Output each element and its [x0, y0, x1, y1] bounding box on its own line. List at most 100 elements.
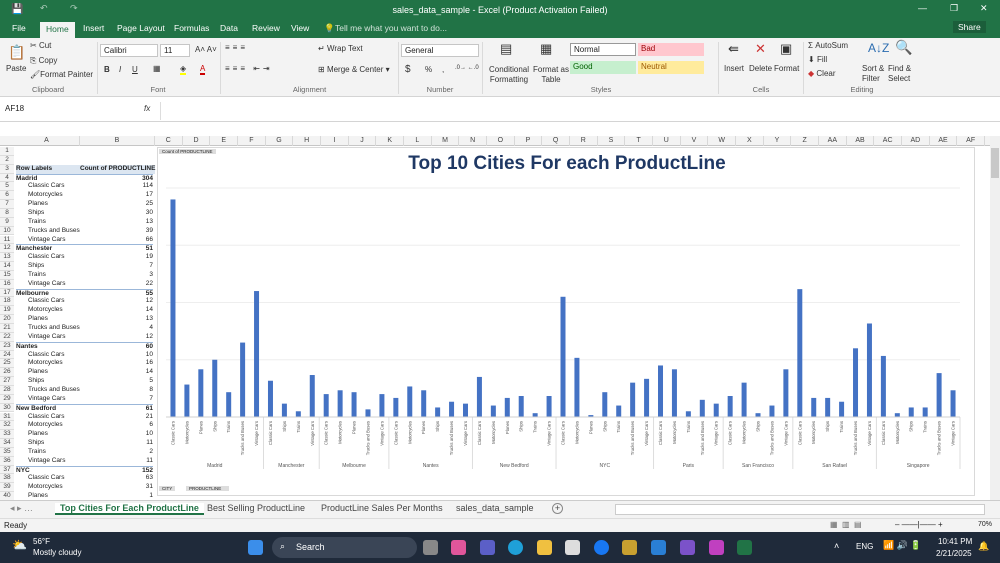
- horizontal-scrollbar[interactable]: [615, 504, 985, 515]
- pivot-row-value[interactable]: 10: [80, 430, 153, 439]
- column-header[interactable]: AD: [902, 136, 930, 146]
- bar-nyc[interactable]: [644, 378, 650, 417]
- pivot-row-label[interactable]: Trains: [28, 218, 80, 227]
- bar-madrid[interactable]: [240, 342, 246, 417]
- windows-start-icon[interactable]: [248, 540, 263, 555]
- tab-home[interactable]: Home: [40, 22, 75, 38]
- bold-button[interactable]: B: [104, 65, 110, 74]
- row-header[interactable]: 10: [0, 226, 14, 236]
- style-neutral[interactable]: Neutral: [638, 61, 704, 74]
- row-header[interactable]: 8: [0, 208, 14, 218]
- tab-review[interactable]: Review: [252, 23, 280, 33]
- facebook-icon[interactable]: [594, 540, 609, 555]
- bar-manchester[interactable]: [281, 403, 287, 417]
- column-header[interactable]: J: [349, 136, 377, 146]
- sheet-tab-sales-per-months[interactable]: ProductLine Sales Per Months: [321, 503, 443, 513]
- bar-madrid[interactable]: [170, 199, 176, 417]
- clock-time[interactable]: 10:41 PM: [938, 537, 972, 546]
- bar-san-francisco[interactable]: [783, 369, 789, 417]
- row-header[interactable]: 35: [0, 447, 14, 457]
- pivot-row-value[interactable]: 2: [80, 448, 153, 457]
- fx-icon[interactable]: fx: [144, 104, 150, 113]
- column-header[interactable]: N: [459, 136, 487, 146]
- bar-manchester[interactable]: [295, 411, 301, 417]
- bar-nantes[interactable]: [421, 390, 427, 417]
- app-icon[interactable]: [622, 540, 637, 555]
- bar-nyc[interactable]: [616, 405, 622, 417]
- pivot-row-value[interactable]: 4: [80, 324, 153, 333]
- teams-icon[interactable]: [480, 540, 495, 555]
- column-header[interactable]: F: [238, 136, 266, 146]
- bar-san-rafael[interactable]: [839, 401, 845, 417]
- format-as-table-button[interactable]: Format as Table: [533, 65, 569, 85]
- task-view-icon[interactable]: [423, 540, 438, 555]
- bar-singapore[interactable]: [950, 390, 956, 417]
- tell-me-input[interactable]: Tell me what you want to do...: [335, 23, 447, 33]
- pivot-row-value[interactable]: 21: [80, 413, 153, 422]
- cut-button[interactable]: ✂ Cut: [30, 41, 51, 50]
- pivot-row-label[interactable]: Vintage Cars: [28, 333, 80, 342]
- row-header[interactable]: 39: [0, 483, 14, 493]
- pivot-row-value[interactable]: 13: [80, 315, 153, 324]
- bar-paris[interactable]: [671, 369, 677, 417]
- minimize-button[interactable]: —: [918, 3, 927, 13]
- insert-cells-button[interactable]: Insert: [724, 64, 744, 73]
- weather-desc[interactable]: Mostly cloudy: [33, 548, 81, 557]
- pivot-chart[interactable]: Count of PRODUCTLINE Top 10 Cities For e…: [157, 147, 975, 496]
- axis-button-city[interactable]: CITY: [159, 486, 176, 491]
- row-header[interactable]: 27: [0, 377, 14, 386]
- pivot-row-label[interactable]: Classic Cars: [28, 351, 80, 360]
- bar-paris[interactable]: [699, 399, 705, 417]
- pivot-row-value[interactable]: 10: [80, 351, 153, 360]
- pivot-header-count[interactable]: Count of PRODUCTLINE: [80, 164, 155, 174]
- row-header[interactable]: 6: [0, 191, 14, 201]
- bar-new-bedford[interactable]: [490, 405, 496, 417]
- pivot-row-label[interactable]: Ships: [28, 262, 80, 271]
- bar-new-bedford[interactable]: [518, 396, 524, 417]
- pivot-row-label[interactable]: Vintage Cars: [28, 280, 80, 289]
- underline-button[interactable]: U: [132, 65, 138, 74]
- column-header[interactable]: AC: [874, 136, 902, 146]
- visual-studio-icon[interactable]: [680, 540, 695, 555]
- pivot-row-label[interactable]: Ships: [28, 439, 80, 448]
- axis-button-productline[interactable]: PRODUCTLINE: [186, 486, 230, 491]
- pivot-row-value[interactable]: 3: [80, 271, 153, 280]
- language-indicator[interactable]: ENG: [856, 542, 873, 551]
- pivot-row-label[interactable]: Planes: [28, 368, 80, 377]
- column-header[interactable]: E: [210, 136, 238, 146]
- close-button[interactable]: ✕: [980, 3, 988, 14]
- notification-bell-icon[interactable]: 🔔: [978, 541, 989, 552]
- row-header[interactable]: 11: [0, 235, 14, 245]
- bar-san-rafael[interactable]: [811, 397, 817, 417]
- row-header[interactable]: 1: [0, 147, 14, 156]
- style-good[interactable]: Good: [570, 61, 636, 74]
- row-header[interactable]: 7: [0, 200, 14, 209]
- bar-paris[interactable]: [685, 411, 691, 417]
- comma-button[interactable]: ,: [442, 65, 444, 74]
- pivot-row-value[interactable]: 17: [80, 191, 153, 200]
- bar-nyc[interactable]: [602, 392, 608, 417]
- bar-nantes[interactable]: [393, 397, 399, 417]
- column-header[interactable]: AE: [930, 136, 958, 146]
- bar-melbourne[interactable]: [323, 394, 329, 417]
- row-header[interactable]: 16: [0, 279, 14, 289]
- bar-nyc[interactable]: [630, 382, 636, 417]
- row-header[interactable]: 28: [0, 385, 14, 395]
- column-header[interactable]: X: [736, 136, 764, 146]
- pivot-row-value[interactable]: 66: [80, 236, 153, 245]
- row-header[interactable]: 23: [0, 341, 14, 351]
- pivot-row-value[interactable]: 6: [80, 421, 153, 430]
- style-bad[interactable]: Bad: [638, 43, 704, 56]
- tab-file[interactable]: File: [12, 23, 26, 33]
- pivot-row-value[interactable]: 5: [80, 377, 153, 386]
- bar-singapore[interactable]: [936, 373, 942, 417]
- network-volume-battery-icons[interactable]: 📶 🔊 🔋: [883, 540, 922, 551]
- tab-formulas[interactable]: Formulas: [174, 23, 209, 33]
- clear-button[interactable]: ◆ Clear: [808, 69, 836, 78]
- column-header[interactable]: AA: [819, 136, 847, 146]
- bar-san-rafael[interactable]: [825, 397, 831, 417]
- column-header[interactable]: H: [293, 136, 321, 146]
- autosum-button[interactable]: Σ AutoSum: [808, 41, 848, 50]
- pivot-row-label[interactable]: Classic Cars: [28, 297, 80, 306]
- bar-singapore[interactable]: [880, 355, 886, 417]
